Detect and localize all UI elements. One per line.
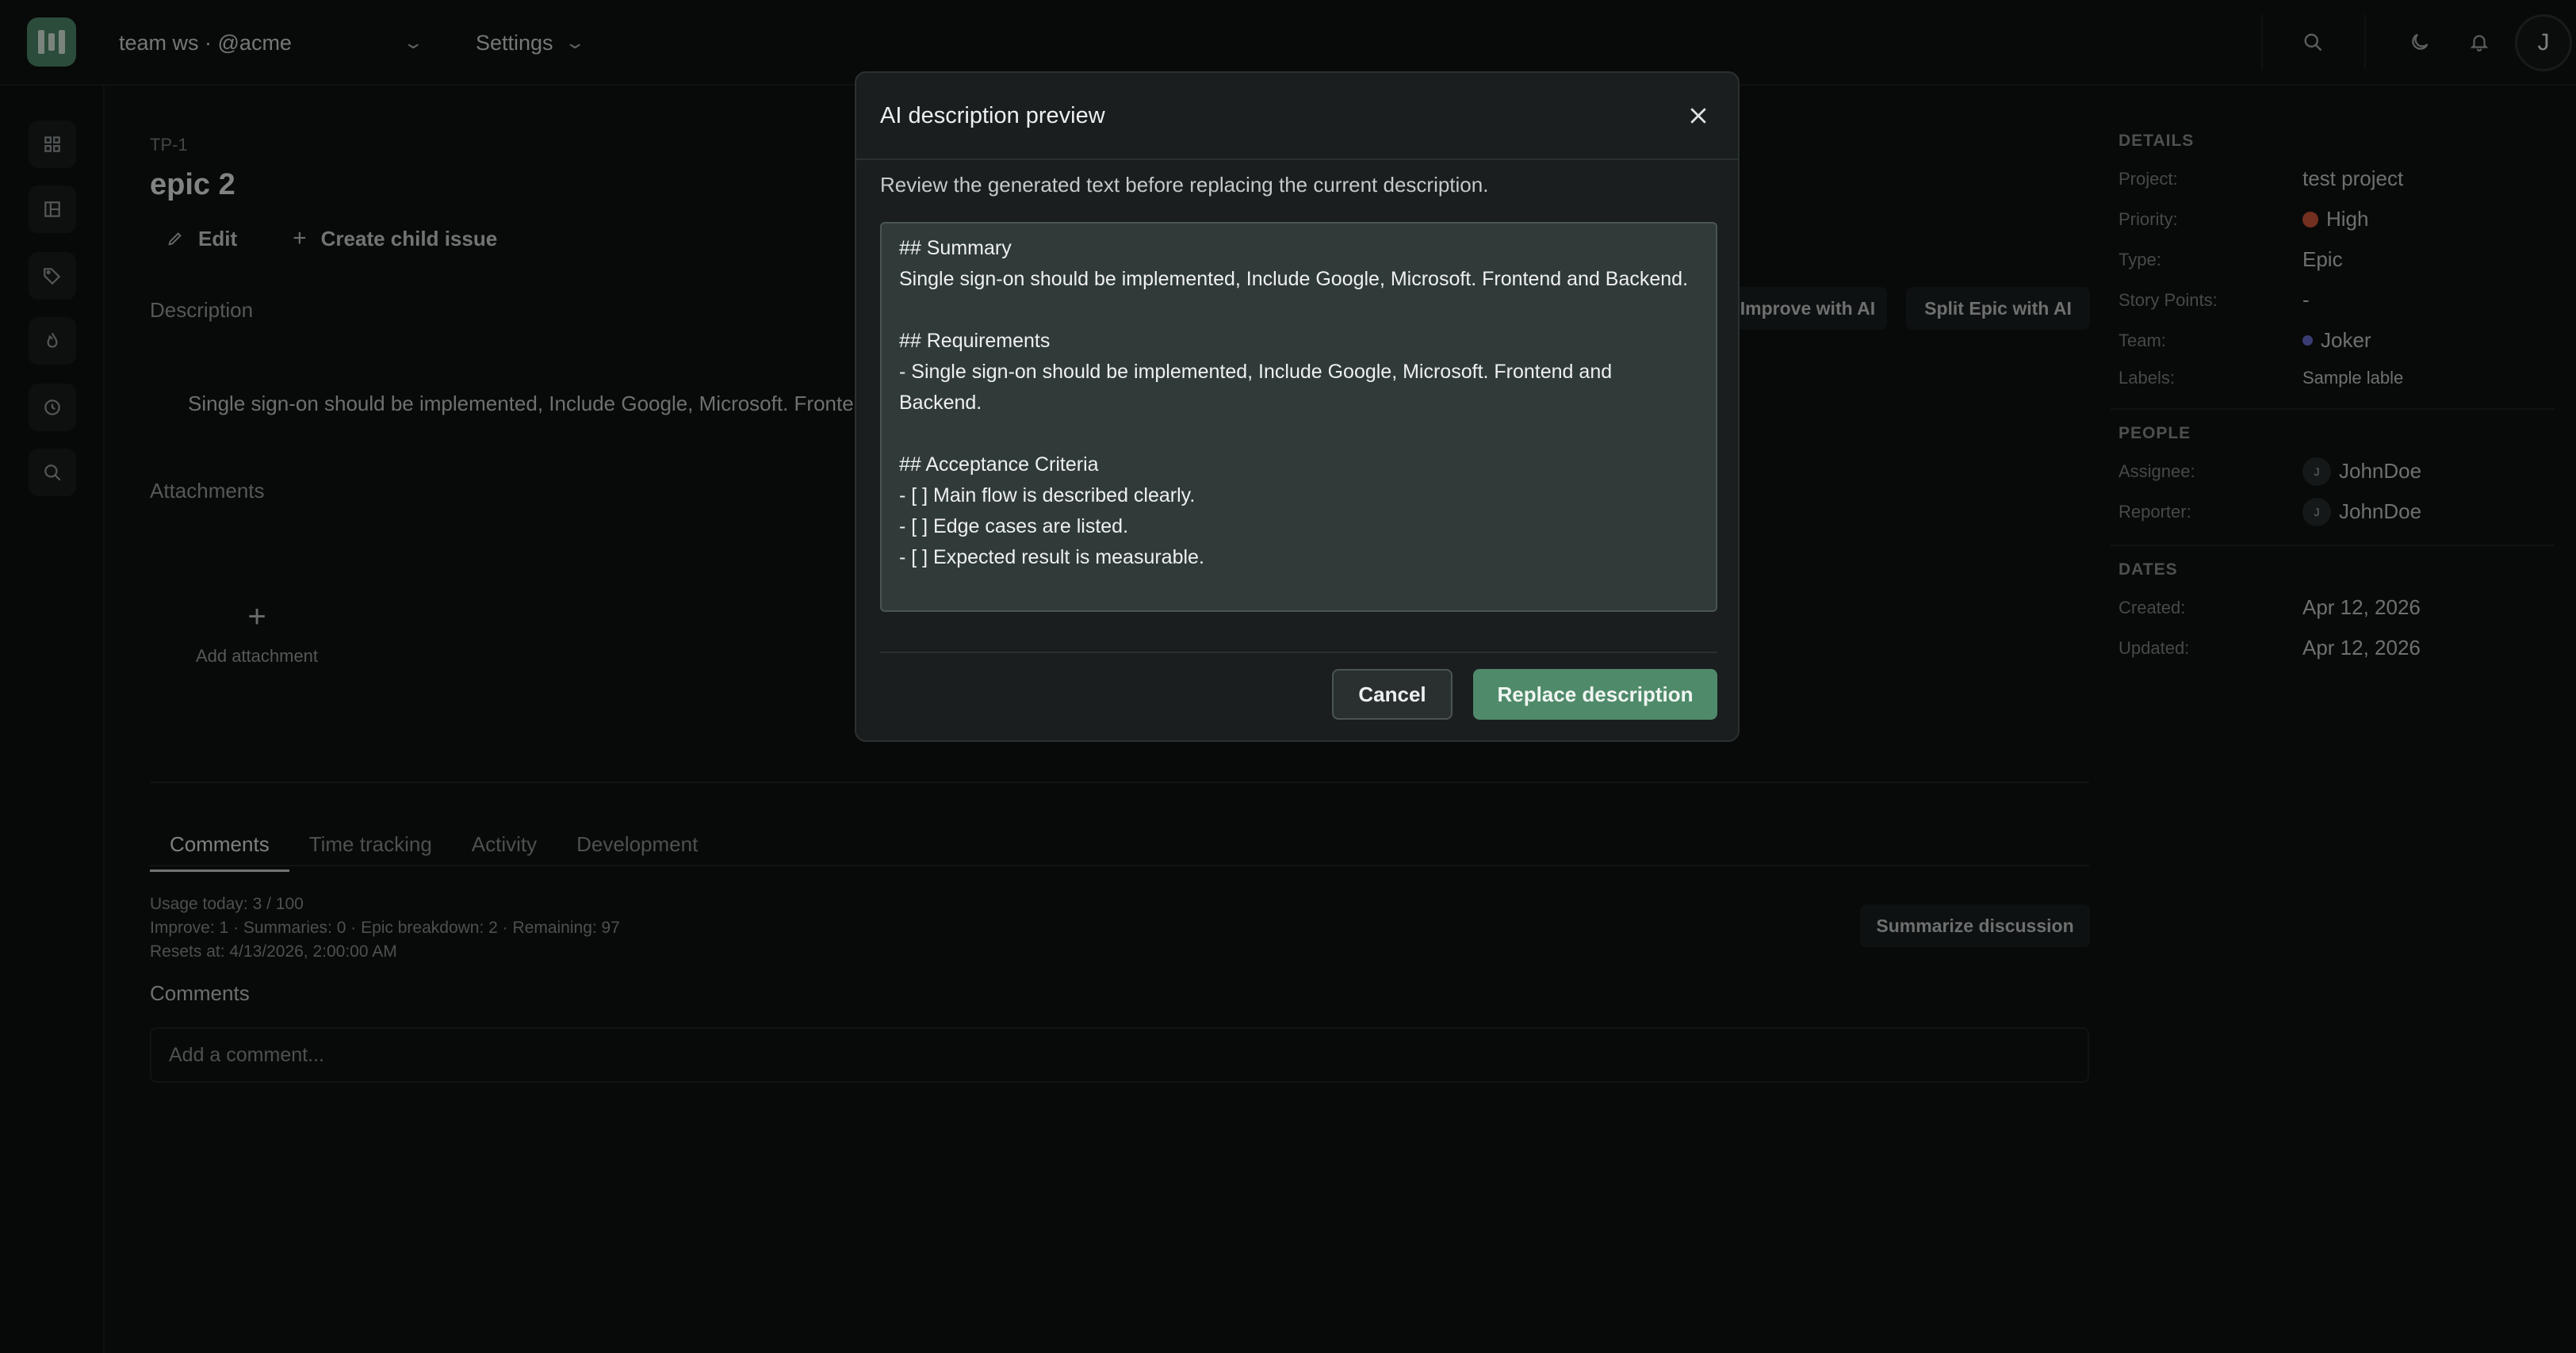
divider — [880, 652, 1717, 653]
dialog-subtitle: Review the generated text before replaci… — [880, 173, 1489, 197]
dialog-title: AI description preview — [880, 103, 1105, 128]
cancel-label: Cancel — [1358, 682, 1426, 706]
dialog-header: AI description preview — [856, 73, 1738, 160]
replace-description-button[interactable]: Replace description — [1473, 669, 1717, 720]
close-icon[interactable] — [1682, 100, 1714, 132]
cancel-button[interactable]: Cancel — [1332, 669, 1453, 720]
ai-description-preview-dialog: AI description preview Review the genera… — [855, 71, 1740, 742]
generated-description-textarea[interactable]: ## Summary Single sign-on should be impl… — [880, 222, 1717, 612]
replace-label: Replace description — [1497, 682, 1694, 706]
